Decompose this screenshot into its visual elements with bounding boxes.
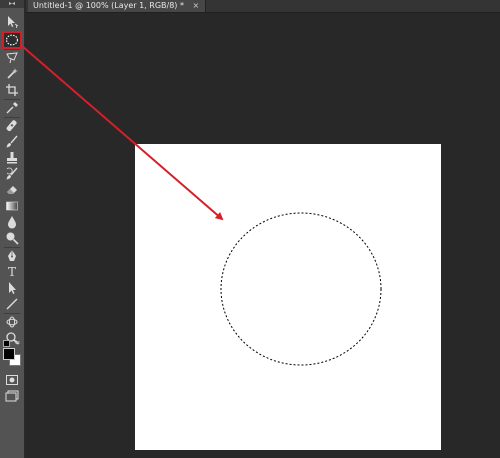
screen-mode-icon xyxy=(5,390,19,402)
blur-tool[interactable] xyxy=(3,214,21,230)
eraser-tool-icon xyxy=(7,186,17,194)
eyedropper-tool-icon xyxy=(6,102,18,114)
foreground-color-swatch[interactable] xyxy=(3,348,15,360)
tab-close-icon[interactable]: × xyxy=(193,1,200,10)
quick-selection-tool-icon xyxy=(7,68,18,79)
move-tool[interactable] xyxy=(3,14,21,30)
quick-mask-mode[interactable] xyxy=(3,372,21,388)
elliptical-marquee-tool[interactable] xyxy=(2,31,22,49)
lasso-tool-icon xyxy=(6,52,18,64)
color-swatches: ⇆ xyxy=(3,340,21,368)
document-tab-title: Untitled-1 @ 100% (Layer 1, RGB/8) * xyxy=(33,1,184,10)
crop-tool-icon xyxy=(6,84,18,96)
line-tool-icon xyxy=(6,298,18,310)
swap-colors-icon[interactable]: ⇆ xyxy=(15,340,21,346)
history-brush-tool[interactable] xyxy=(3,166,21,182)
pen-tool[interactable] xyxy=(3,248,21,264)
toolbar-collapse-grip[interactable]: ▸◂ xyxy=(0,0,24,8)
path-selection-tool-icon xyxy=(9,282,16,294)
gradient-tool[interactable] xyxy=(3,198,21,214)
eyedropper-tool[interactable] xyxy=(3,100,21,116)
screen-mode[interactable] xyxy=(3,388,21,404)
blur-tool-icon xyxy=(8,216,16,229)
default-colors-icon[interactable] xyxy=(3,340,10,347)
clone-stamp-tool-icon xyxy=(7,152,17,164)
dodge-tool[interactable] xyxy=(3,230,21,246)
document-canvas[interactable] xyxy=(135,144,441,450)
quick-selection-tool[interactable] xyxy=(3,66,21,82)
tools-panel: ▸◂ T ⇆ xyxy=(0,0,25,458)
quick-mask-icon xyxy=(6,375,18,385)
gradient-tool-icon xyxy=(6,201,18,211)
history-brush-tool-icon xyxy=(6,167,18,180)
type-tool-icon: T xyxy=(7,265,16,279)
dodge-tool-icon xyxy=(6,232,19,245)
eraser-tool[interactable] xyxy=(3,182,21,198)
line-tool[interactable] xyxy=(3,296,21,312)
3d-rotate-tool[interactable] xyxy=(3,314,21,330)
path-selection-tool[interactable] xyxy=(3,280,21,296)
3d-rotate-tool-icon xyxy=(6,316,18,328)
document-tab[interactable]: Untitled-1 @ 100% (Layer 1, RGB/8) * × xyxy=(28,0,207,12)
elliptical-marquee-tool-icon xyxy=(5,34,19,46)
spot-healing-brush-tool[interactable] xyxy=(3,118,21,134)
spot-healing-brush-tool-icon xyxy=(6,120,17,132)
clone-stamp-tool[interactable] xyxy=(3,150,21,166)
type-tool[interactable]: T xyxy=(3,264,21,280)
brush-tool-icon xyxy=(6,135,18,148)
pen-tool-icon xyxy=(8,250,16,261)
lasso-tool[interactable] xyxy=(3,50,21,66)
crop-tool[interactable] xyxy=(3,82,21,98)
move-tool-icon xyxy=(8,16,19,28)
brush-tool[interactable] xyxy=(3,134,21,150)
workspace: Untitled-1 @ 100% (Layer 1, RGB/8) * × ▸… xyxy=(0,0,500,458)
document-tab-bar: Untitled-1 @ 100% (Layer 1, RGB/8) * × xyxy=(26,0,500,13)
